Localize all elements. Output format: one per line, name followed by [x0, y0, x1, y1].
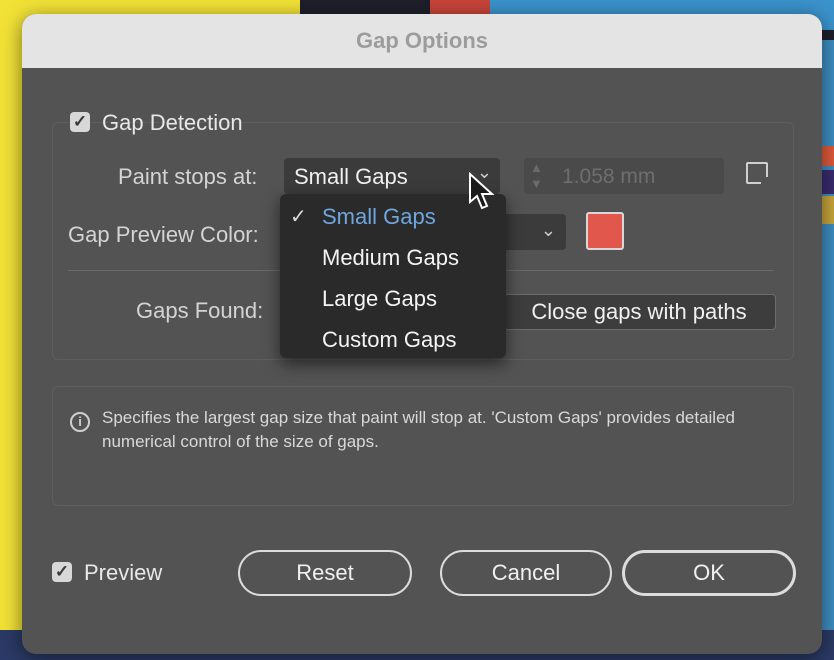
mouse-cursor-icon	[469, 172, 495, 210]
gap-options-dialog: Gap Options ✓ Gap Detection Paint stops …	[22, 14, 822, 654]
background-strip	[822, 146, 834, 166]
info-icon: i	[70, 412, 90, 432]
cancel-button[interactable]: Cancel	[440, 550, 612, 596]
dropdown-option-large-gaps[interactable]: Large Gaps	[280, 278, 506, 318]
paint-stops-label: Paint stops at:	[118, 164, 258, 189]
background-strip	[822, 196, 834, 224]
paint-stops-dropdown-menu: ✓ Small Gaps Medium Gaps Large Gaps Cust…	[280, 194, 506, 358]
dropdown-option-label: Large Gaps	[322, 286, 437, 311]
gap-detection-label: Gap Detection	[102, 110, 243, 135]
preview-color-label: Gap Preview Color:	[68, 222, 259, 247]
background-strip	[822, 170, 834, 194]
dropdown-option-custom-gaps[interactable]: Custom Gaps	[280, 319, 506, 359]
gaps-found-label: Gaps Found:	[136, 298, 264, 323]
chevron-down-icon: ⌄	[540, 220, 556, 240]
gap-detection-checkbox[interactable]: ✓	[70, 112, 90, 132]
paint-stops-selected-value: Small Gaps	[294, 164, 408, 189]
dialog-title: Gap Options	[22, 14, 822, 68]
check-icon: ✓	[290, 206, 307, 228]
dropdown-option-label: Medium Gaps	[322, 245, 459, 270]
dropdown-option-label: Custom Gaps	[322, 327, 457, 352]
dropdown-option-label: Small Gaps	[322, 204, 436, 229]
corner-square-icon	[746, 162, 769, 185]
preview-label: Preview	[84, 560, 163, 585]
close-gaps-button[interactable]: Close gaps with paths	[502, 294, 776, 330]
info-text: Specifies the largest gap size that pain…	[102, 408, 735, 451]
gap-size-value: 1.058 mm	[562, 165, 656, 188]
preview-color-swatch[interactable]	[586, 212, 624, 250]
gap-size-stepper[interactable]: ▲ ▼ 1.058 mm	[524, 158, 724, 194]
ok-button[interactable]: OK	[622, 550, 796, 596]
reset-button[interactable]: Reset	[238, 550, 412, 596]
stepper-arrows-icon[interactable]: ▲ ▼	[530, 160, 543, 192]
preview-checkbox[interactable]: ✓	[52, 562, 72, 582]
dropdown-option-medium-gaps[interactable]: Medium Gaps	[280, 237, 506, 277]
